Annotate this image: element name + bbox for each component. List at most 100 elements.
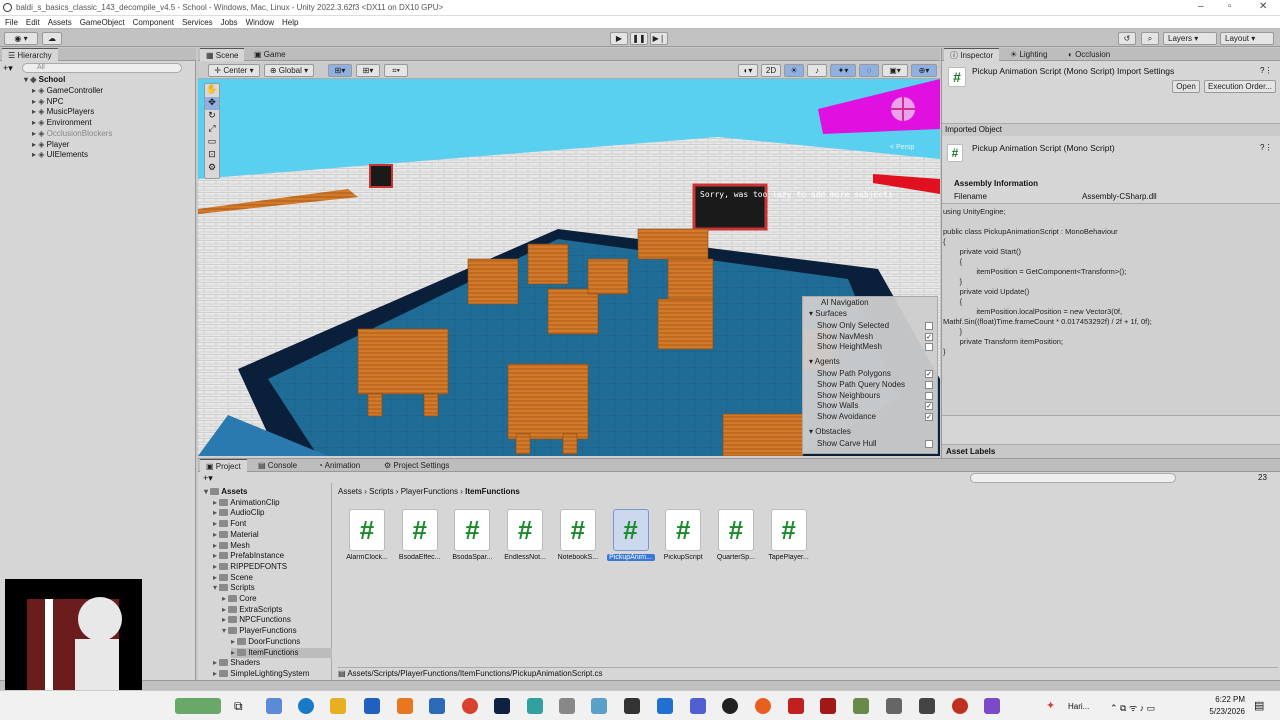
space-dropdown[interactable]: ⊕ Global ▾ — [264, 64, 314, 77]
folder-rippedfonts[interactable]: ▸ RIPPEDFONTS — [213, 562, 287, 572]
tab-lighting[interactable]: ☀ Lighting — [1004, 48, 1053, 61]
hierarchy-item-player[interactable]: ▸ ◈ Player — [32, 140, 69, 150]
open-button[interactable]: Open — [1172, 80, 1200, 93]
menu-item-gameobject[interactable]: GameObject — [80, 18, 125, 27]
headphones-icon[interactable] — [559, 698, 575, 714]
tab-animation[interactable]: ◔ Animation — [312, 459, 366, 472]
account-button[interactable]: ◉ ▾ — [4, 32, 38, 45]
folder-extrascripts[interactable]: ▸ ExtraScripts — [222, 605, 282, 615]
add-icon[interactable]: +▾ — [3, 63, 13, 74]
close-icon[interactable]: ✕ — [1259, 1, 1267, 12]
grid-snap-icon[interactable]: ⊞▾ — [328, 64, 352, 77]
menu-item-assets[interactable]: Assets — [48, 18, 72, 27]
app-icon-3[interactable] — [591, 698, 607, 714]
nav-option-checkbox[interactable]: ✓ — [925, 412, 933, 421]
rotate-tool-icon[interactable]: ↻ — [205, 110, 219, 123]
clock-time[interactable]: 6:22 PM — [1205, 695, 1245, 704]
tab-project-settings[interactable]: ⚙ Project Settings — [378, 459, 455, 472]
menu-item-window[interactable]: Window — [246, 18, 274, 27]
breadcrumb-item[interactable]: PlayerFunctions — [401, 487, 458, 496]
nav-option-checkbox[interactable] — [925, 380, 933, 389]
asset-item[interactable]: # QuarterSp... — [712, 509, 760, 561]
hierarchy-item-environment[interactable]: ▸ ◈ Environment — [32, 118, 92, 128]
app-icon-10[interactable] — [952, 698, 968, 714]
lighting-icon[interactable]: ☀ — [784, 64, 804, 77]
menu-item-file[interactable]: File — [5, 18, 18, 27]
nav-option-checkbox[interactable] — [925, 322, 933, 330]
folder-prefabinstance[interactable]: ▸ PrefabInstance — [213, 551, 284, 561]
grid-visible-icon[interactable]: ⊞▾ — [356, 64, 380, 77]
pause-icon[interactable]: ❚❚ — [630, 32, 648, 45]
notification-icon[interactable]: ▤ — [1254, 699, 1264, 712]
store-icon[interactable] — [364, 698, 380, 714]
visual-studio-icon[interactable] — [984, 698, 1000, 714]
asset-item[interactable]: # TapePlayer... — [765, 509, 813, 561]
folder-itemfunctions[interactable]: ▸ ItemFunctions — [231, 647, 332, 658]
nav-section-surfaces[interactable]: ▾ Surfaces — [809, 309, 847, 318]
asset-item[interactable]: # BsodaEffec... — [396, 509, 444, 561]
persp-label[interactable]: < Persp — [890, 144, 914, 151]
folder-material[interactable]: ▸ Material — [213, 530, 259, 540]
unity-icon[interactable] — [919, 698, 935, 714]
menu-item-help[interactable]: Help — [282, 18, 298, 27]
media-player-icon[interactable] — [722, 698, 738, 714]
hierarchy-item-gamecontroller[interactable]: ▸ ◈ GameController — [32, 86, 103, 96]
tab-console[interactable]: ▤ Console — [252, 459, 303, 472]
nav-option-checkbox[interactable] — [925, 343, 933, 352]
tab-scene[interactable]: ▦ Scene — [200, 48, 245, 61]
tab-inspector[interactable]: ⓘ Inspector — [944, 48, 1000, 61]
tray-icons[interactable]: ⌃ ⧉ ᯤ ♪ ▭ — [1110, 701, 1155, 714]
play-icon[interactable]: ▶ — [610, 32, 628, 45]
asset-item[interactable]: # PickupAnim... — [606, 509, 655, 561]
tab-game[interactable]: ▣ Game — [248, 48, 292, 61]
hierarchy-item-musicplayers[interactable]: ▸ ◈ MusicPlayers — [32, 107, 94, 117]
tab-occlusion[interactable]: ◐ Occlusion — [1062, 48, 1116, 61]
app-icon-5[interactable] — [657, 698, 673, 714]
tab-hierarchy[interactable]: ☰ Hierarchy — [2, 48, 58, 61]
nav-option-checkbox[interactable]: ✓ — [925, 332, 933, 341]
layers-dropdown[interactable]: Layers ▾ — [1163, 32, 1217, 45]
user-label[interactable]: Hari... — [1068, 702, 1089, 711]
folder-assets[interactable]: ▾ Assets — [204, 487, 248, 497]
layout-dropdown[interactable]: Layout ▾ — [1220, 32, 1274, 45]
help-icon[interactable]: ?⋮ — [1260, 66, 1272, 75]
view-gizmo-icon[interactable] — [891, 97, 915, 121]
hierarchy-root-school[interactable]: ▾ ◈ School — [24, 75, 65, 85]
copilot-icon[interactable] — [266, 698, 282, 714]
menu-item-edit[interactable]: Edit — [26, 18, 40, 27]
asset-item[interactable]: # EndlessNot... — [501, 509, 549, 561]
step-icon[interactable]: ▶❘ — [650, 32, 668, 45]
folder-shaders[interactable]: ▸ Shaders — [213, 658, 260, 668]
maximize-icon[interactable]: ▫ — [1228, 1, 1232, 12]
app-icon-4[interactable] — [624, 698, 640, 714]
draw-mode-icon[interactable]: ◐▾ — [738, 64, 758, 77]
asset-item[interactable]: # AlarmClock... — [343, 509, 391, 561]
scale-tool-icon[interactable]: ⤢ — [205, 123, 219, 136]
nav-section-agents[interactable]: ▾ Agents — [809, 357, 840, 366]
app-icon-9[interactable] — [853, 698, 869, 714]
nav-option-checkbox[interactable] — [925, 391, 933, 400]
folder-scene[interactable]: ▸ Scene — [213, 573, 253, 583]
history-icon[interactable]: ↺ — [1118, 32, 1136, 45]
breadcrumb-item[interactable]: Assets — [338, 487, 362, 496]
gizmos-icon[interactable]: ⊕▾ — [911, 64, 937, 77]
folder-mesh[interactable]: ▸ Mesh — [213, 541, 250, 551]
asset-item[interactable]: # BsodaSpar... — [448, 509, 496, 561]
hidden-objects-icon[interactable]: ◌ — [859, 64, 879, 77]
increment-snap-icon[interactable]: ⌗▾ — [384, 64, 408, 77]
project-search-input[interactable] — [970, 473, 1176, 483]
folder-doorfunctions[interactable]: ▸ DoorFunctions — [231, 637, 300, 647]
asset-item[interactable]: # PickupScript — [659, 509, 707, 561]
folder-audioclip[interactable]: ▸ AudioClip — [213, 508, 265, 518]
hierarchy-search-input[interactable]: All — [22, 63, 182, 73]
transform-tool-icon[interactable]: ⊡ — [205, 149, 219, 162]
app-icon-1[interactable] — [429, 698, 445, 714]
tab-project[interactable]: ▣ Project — [200, 459, 247, 472]
menu-item-services[interactable]: Services — [182, 18, 213, 27]
camera-icon[interactable]: ▣▾ — [882, 64, 908, 77]
app-icon-2[interactable] — [527, 698, 543, 714]
folder-simplelightingsystem[interactable]: ▸ SimpleLightingSystem — [213, 669, 309, 679]
vs-code-icon[interactable] — [494, 698, 510, 714]
asset-item[interactable]: # NotebookS... — [554, 509, 602, 561]
breadcrumb-item[interactable]: Scripts — [369, 487, 393, 496]
